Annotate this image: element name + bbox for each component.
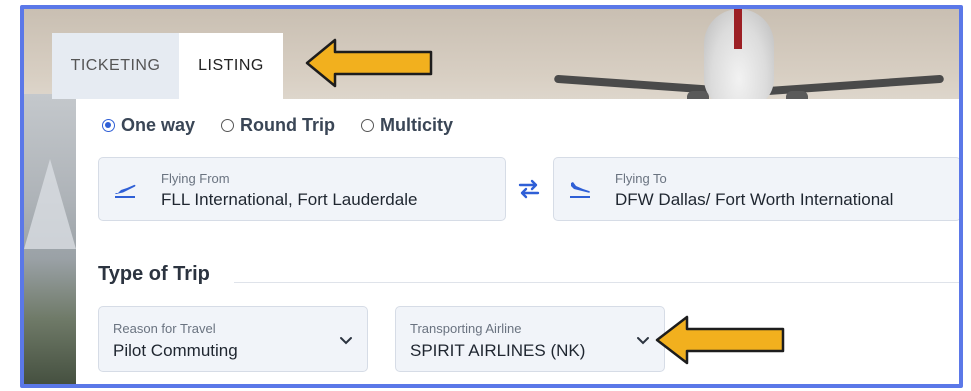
radio-unchecked-icon bbox=[361, 119, 375, 132]
tab-listing[interactable]: LISTING bbox=[179, 33, 283, 99]
search-panel: One way Round Trip Multicity Flying From… bbox=[76, 99, 959, 384]
flying-to-field[interactable]: Flying To DFW Dallas/ Fort Worth Interna… bbox=[553, 157, 959, 221]
chevron-down-icon bbox=[636, 333, 650, 345]
flying-from-field[interactable]: Flying From FLL International, Fort Laud… bbox=[98, 157, 506, 221]
type-of-trip-heading: Type of Trip bbox=[98, 263, 210, 285]
annotation-arrow-icon bbox=[655, 315, 785, 365]
flying-to-value: DFW Dallas/ Fort Worth International bbox=[615, 190, 894, 209]
takeoff-icon bbox=[113, 180, 137, 198]
flying-from-value: FLL International, Fort Lauderdale bbox=[161, 190, 418, 209]
flying-from-label: Flying From bbox=[161, 171, 230, 186]
transporting-airline-select[interactable]: Transporting Airline SPIRIT AIRLINES (NK… bbox=[395, 306, 665, 372]
radio-one-way[interactable]: One way bbox=[102, 115, 195, 136]
radio-label: Round Trip bbox=[240, 115, 336, 135]
swap-arrows-icon[interactable] bbox=[516, 177, 542, 201]
radio-label: Multicity bbox=[380, 115, 454, 135]
flying-to-label: Flying To bbox=[615, 171, 667, 186]
chevron-down-icon bbox=[339, 333, 353, 345]
reason-for-travel-label: Reason for Travel bbox=[113, 321, 216, 336]
radio-unchecked-icon bbox=[221, 119, 235, 132]
radio-label: One way bbox=[121, 115, 196, 135]
reason-for-travel-select[interactable]: Reason for Travel Pilot Commuting bbox=[98, 306, 368, 372]
screenshot-frame: TICKETING LISTING One way Round Trip Mul… bbox=[20, 5, 963, 388]
booking-tabs: TICKETING LISTING bbox=[52, 33, 283, 99]
radio-multicity[interactable]: Multicity bbox=[361, 115, 453, 136]
radio-round-trip[interactable]: Round Trip bbox=[221, 115, 335, 136]
transporting-airline-value: SPIRIT AIRLINES (NK) bbox=[410, 341, 586, 360]
tab-ticketing[interactable]: TICKETING bbox=[52, 33, 179, 99]
section-divider bbox=[234, 282, 959, 283]
trip-type-radio-group: One way Round Trip Multicity bbox=[102, 115, 479, 136]
mountain-peak bbox=[24, 159, 76, 249]
radio-checked-icon bbox=[102, 119, 115, 132]
airplane-tail bbox=[734, 9, 742, 49]
transporting-airline-label: Transporting Airline bbox=[410, 321, 522, 336]
reason-for-travel-value: Pilot Commuting bbox=[113, 341, 238, 360]
annotation-arrow-icon bbox=[305, 38, 433, 88]
landing-icon bbox=[568, 180, 592, 198]
